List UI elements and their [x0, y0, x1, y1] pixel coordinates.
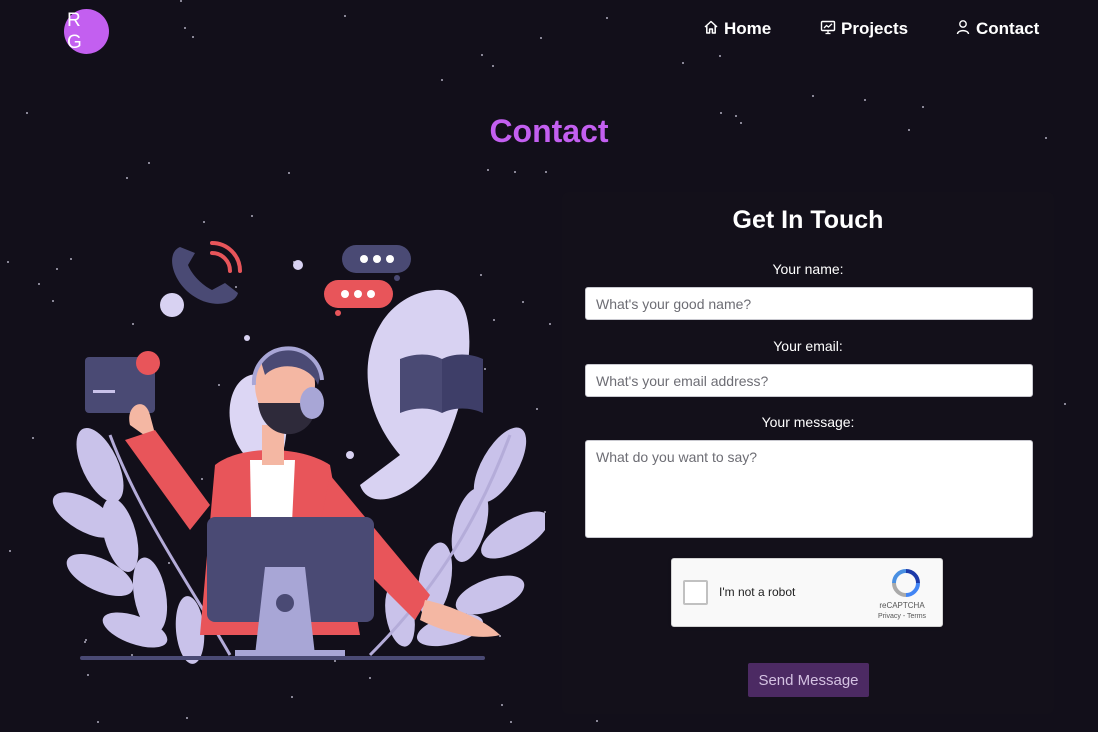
star-dot: [441, 79, 443, 81]
star-dot: [812, 95, 814, 97]
star-dot: [487, 169, 489, 171]
home-icon: [703, 19, 719, 40]
star-dot: [514, 171, 516, 173]
star-dot: [492, 65, 494, 67]
name-input[interactable]: [585, 287, 1033, 320]
send-message-button[interactable]: Send Message: [748, 663, 869, 697]
nav-home-link[interactable]: Home: [703, 17, 771, 41]
nav-projects-link[interactable]: Projects: [820, 17, 908, 41]
message-textarea[interactable]: [585, 440, 1033, 538]
customer-support-illustration: [40, 235, 549, 665]
user-icon: [955, 19, 971, 40]
star-dot: [7, 261, 9, 263]
page-title: Contact: [489, 113, 609, 149]
star-dot: [9, 550, 11, 552]
logo-avatar[interactable]: R G: [64, 9, 109, 54]
nav-projects-label: Projects: [841, 19, 909, 38]
star-dot: [1064, 403, 1066, 405]
star-dot: [501, 704, 503, 706]
recaptcha-icon: [891, 568, 921, 598]
star-dot: [291, 696, 293, 698]
star-dot: [510, 721, 512, 723]
recaptcha-privacy-terms-link[interactable]: Privacy - Terms: [872, 613, 932, 620]
nav-contact-label: Contact: [976, 19, 1040, 38]
nav-contact-link[interactable]: Contact: [955, 17, 1039, 41]
star-dot: [203, 221, 205, 223]
star-dot: [148, 162, 150, 164]
form-title: Get In Touch: [732, 206, 884, 234]
message-label: Your message:: [761, 414, 855, 430]
recaptcha-widget: I'm not a robot reCAPTCHA Privacy - Term…: [671, 558, 943, 627]
star-dot: [864, 99, 866, 101]
star-dot: [288, 172, 290, 174]
star-dot: [596, 720, 598, 722]
star-dot: [369, 677, 371, 679]
presentation-icon: [820, 19, 836, 40]
star-dot: [251, 215, 253, 217]
star-dot: [186, 717, 188, 719]
star-dot: [549, 323, 551, 325]
star-dot: [32, 437, 34, 439]
star-dot: [545, 171, 547, 173]
star-dot: [97, 721, 99, 723]
recaptcha-label: I'm not a robot: [719, 585, 796, 599]
star-dot: [87, 674, 89, 676]
email-input[interactable]: [585, 364, 1033, 397]
star-dot: [126, 177, 128, 179]
recaptcha-brand: reCAPTCHA: [879, 601, 925, 610]
star-dot: [682, 62, 684, 64]
star-dot: [922, 106, 924, 108]
contact-form-card: Get In Touch Your name: Your email: Your…: [562, 192, 1054, 714]
email-label: Your email:: [773, 338, 843, 354]
nav-home-label: Home: [724, 19, 772, 38]
name-label: Your name:: [772, 261, 844, 277]
navbar: R G Home Projects Contact: [0, 0, 1098, 60]
recaptcha-checkbox[interactable]: [683, 580, 708, 605]
